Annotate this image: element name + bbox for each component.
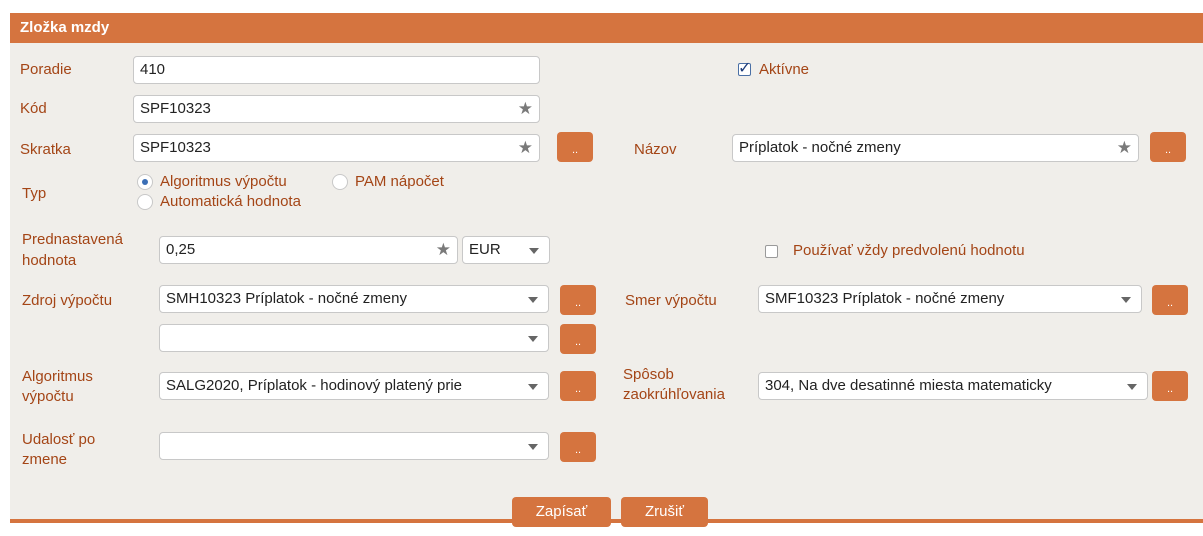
prednastavena-input[interactable]: 0,25 ★ [159,236,458,264]
algoritmus-label-line2: výpočtu [22,388,74,405]
sposob-lookup-button[interactable]: .. [1152,371,1188,401]
sposob-select[interactable]: 304, Na dve desatinné miesta matematicky [758,372,1148,400]
salary-component-panel: Zložka mzdy Poradie 410 ✓ Aktívne Kód SP… [10,13,1203,527]
zdroj-second-lookup-button[interactable]: .. [560,324,596,354]
nazov-input[interactable]: Príplatok - nočné zmeny ★ [732,134,1139,162]
kod-input[interactable]: SPF10323 ★ [133,95,540,123]
typ-option-algoritmus: Algoritmus výpočtu [160,173,287,190]
smer-label: Smer výpočtu [625,292,717,309]
nazov-lookup-button[interactable]: .. [1150,132,1186,162]
poradie-value: 410 [140,61,166,78]
chevron-down-icon [1121,297,1131,303]
algoritmus-value: SALG2020, Príplatok - hodinový platený p… [166,377,463,394]
udalost-label-line2: zmene [22,451,68,468]
zdroj-second-select[interactable] [159,324,549,352]
typ-option-automaticka: Automatická hodnota [160,193,301,210]
skratka-lookup-button[interactable]: .. [557,132,593,162]
algoritmus-lookup-button[interactable]: .. [560,371,596,401]
currency-select[interactable]: EUR [462,236,550,264]
star-icon[interactable]: ★ [518,135,533,161]
chevron-down-icon [528,444,538,450]
prednastavena-label-line1: Prednastavená [22,231,123,248]
poradie-label: Poradie [20,61,72,78]
zdroj-label: Zdroj výpočtu [22,292,113,309]
skratka-value: SPF10323 [140,139,211,156]
chevron-down-icon [529,248,539,254]
pouzivat-checkbox[interactable] [765,245,778,258]
skratka-label: Skratka [20,141,71,158]
zdroj-select[interactable]: SMH10323 Príplatok - nočné zmeny [159,285,549,313]
chevron-down-icon [528,336,538,342]
checkmark-icon: ✓ [738,60,752,77]
save-button[interactable]: Zapísať [512,497,611,527]
chevron-down-icon [528,297,538,303]
smer-value: SMF10323 Príplatok - nočné zmeny [765,290,1005,307]
prednastavena-label-line2: hodnota [22,252,77,269]
smer-lookup-button[interactable]: .. [1152,285,1188,315]
sposob-value: 304, Na dve desatinné miesta matematicky [765,377,1052,394]
udalost-lookup-button[interactable]: .. [560,432,596,462]
typ-radio-algoritmus[interactable] [137,174,153,190]
chevron-down-icon [528,384,538,390]
aktivne-label: Aktívne [759,61,810,78]
typ-radio-pam[interactable] [332,174,348,190]
aktivne-checkbox[interactable]: ✓ [738,60,751,77]
nazov-label: Názov [634,141,677,158]
zdroj-lookup-button[interactable]: .. [560,285,596,315]
star-icon[interactable]: ★ [518,96,533,122]
typ-radio-automaticka[interactable] [137,194,153,210]
sposob-label-line2: zaokrúhľovania [623,386,725,403]
algoritmus-label-line1: Algoritmus [22,368,93,385]
nazov-value: Príplatok - nočné zmeny [739,139,901,156]
smer-select[interactable]: SMF10323 Príplatok - nočné zmeny [758,285,1142,313]
udalost-select[interactable] [159,432,549,460]
poradie-input[interactable]: 410 [133,56,540,84]
algoritmus-select[interactable]: SALG2020, Príplatok - hodinový platený p… [159,372,549,400]
cancel-button[interactable]: Zrušiť [621,497,708,527]
skratka-input[interactable]: SPF10323 ★ [133,134,540,162]
star-icon[interactable]: ★ [1117,135,1132,161]
chevron-down-icon [1127,384,1137,390]
kod-label: Kód [20,100,47,117]
star-icon[interactable]: ★ [436,237,451,263]
kod-value: SPF10323 [140,100,211,117]
udalost-label-line1: Udalosť po [22,431,96,448]
pouzivat-label: Používať vždy predvolenú hodnotu [793,242,1025,259]
sposob-label-line1: Spôsob [623,366,674,383]
typ-option-pam: PAM nápočet [355,173,444,190]
typ-label: Typ [22,185,47,202]
zdroj-value: SMH10323 Príplatok - nočné zmeny [166,290,407,307]
panel-title: Zložka mzdy [10,13,1203,43]
prednastavena-value: 0,25 [166,241,196,258]
